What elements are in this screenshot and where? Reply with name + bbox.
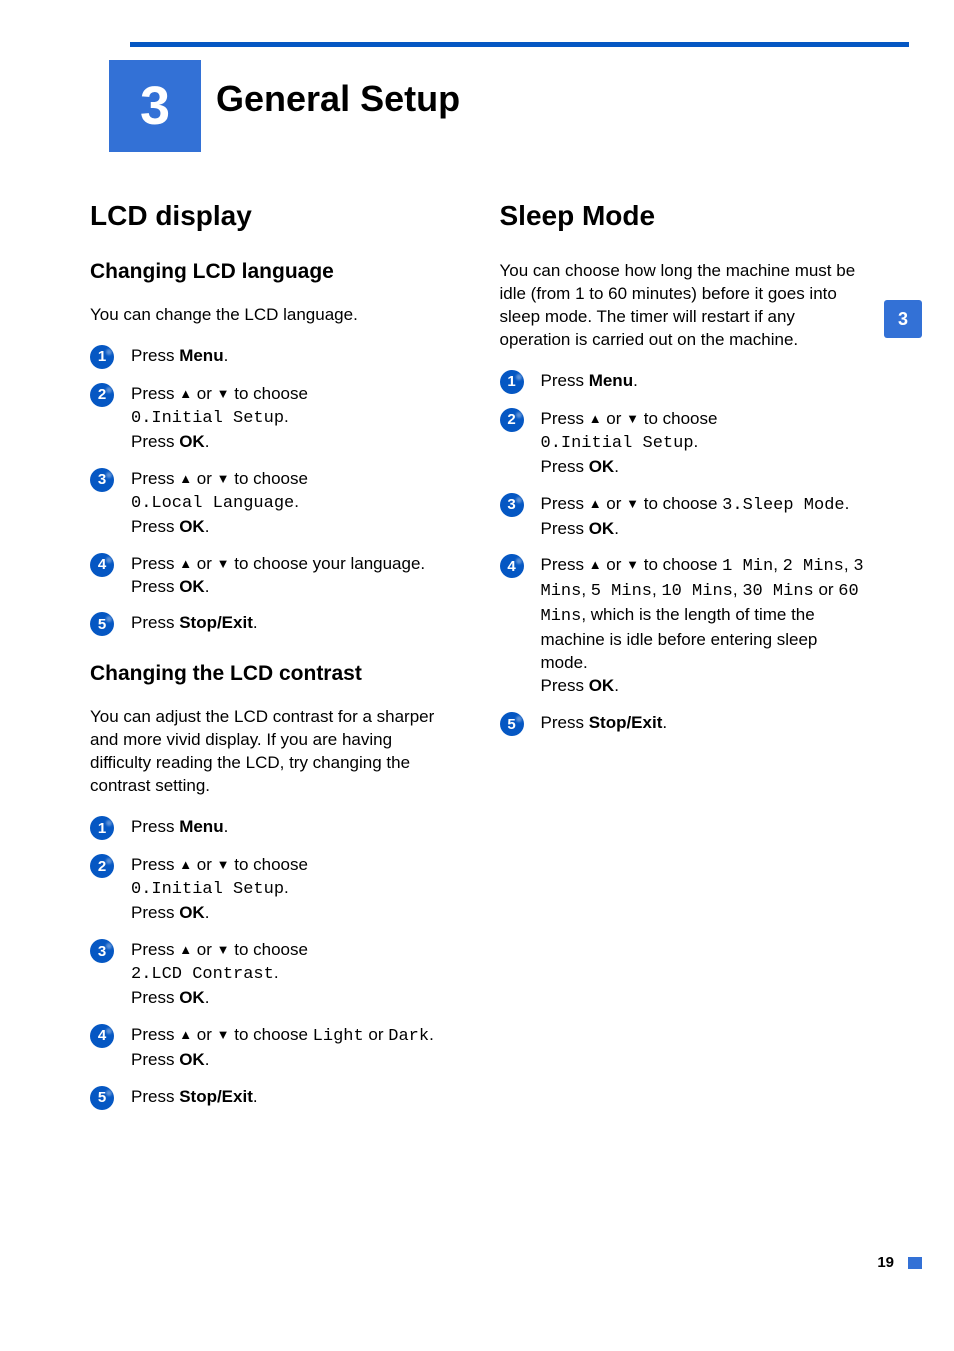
- list-item: 5 Press Stop/Exit.: [90, 612, 455, 636]
- content-columns: LCD display Changing LCD language You ca…: [90, 200, 864, 1124]
- list-item: 4 Press ▲ or ▼ to choose your language. …: [90, 553, 455, 599]
- step-badge-icon: 2: [500, 408, 524, 432]
- step-text: Press ▲ or ▼ to choose 0.Initial Setup. …: [541, 408, 718, 479]
- chapter-title: General Setup: [216, 78, 460, 120]
- list-item: 5 Press Stop/Exit.: [90, 1086, 455, 1110]
- list-item: 2 Press ▲ or ▼ to choose 0.Initial Setup…: [90, 383, 455, 454]
- step-text: Press ▲ or ▼ to choose 0.Initial Setup. …: [131, 854, 308, 925]
- step-text: Press ▲ or ▼ to choose Light or Dark. Pr…: [131, 1024, 434, 1072]
- list-item: 2 Press ▲ or ▼ to choose 0.Initial Setup…: [500, 408, 865, 479]
- list-item: 4 Press ▲ or ▼ to choose 1 Min, 2 Mins, …: [500, 554, 865, 698]
- steps-changing-language: 1 Press Menu. 2 Press ▲ or ▼ to choose 0…: [90, 345, 455, 637]
- step-badge-icon: 1: [90, 345, 114, 369]
- chapter-number: 3: [140, 75, 170, 137]
- steps-changing-contrast: 1 Press Menu. 2 Press ▲ or ▼ to choose 0…: [90, 816, 455, 1110]
- step-text: Press Stop/Exit.: [541, 712, 668, 735]
- step-badge-icon: 5: [500, 712, 524, 736]
- list-item: 1 Press Menu.: [500, 370, 865, 394]
- step-badge-icon: 5: [90, 1086, 114, 1110]
- step-badge-icon: 1: [500, 370, 524, 394]
- step-badge-icon: 3: [500, 493, 524, 517]
- step-text: Press Menu.: [541, 370, 638, 393]
- intro-changing-language: You can change the LCD language.: [90, 304, 455, 327]
- list-item: 1 Press Menu.: [90, 345, 455, 369]
- list-item: 4 Press ▲ or ▼ to choose Light or Dark. …: [90, 1024, 455, 1072]
- step-badge-icon: 4: [90, 1024, 114, 1048]
- list-item: 3 Press ▲ or ▼ to choose 2.LCD Contrast.…: [90, 939, 455, 1010]
- step-badge-icon: 1: [90, 816, 114, 840]
- step-text: Press ▲ or ▼ to choose 3.Sleep Mode. Pre…: [541, 493, 850, 541]
- step-badge-icon: 3: [90, 939, 114, 963]
- step-text: Press ▲ or ▼ to choose 1 Min, 2 Mins, 3 …: [541, 554, 865, 698]
- side-tab: 3: [884, 300, 922, 338]
- step-badge-icon: 3: [90, 468, 114, 492]
- right-column: Sleep Mode You can choose how long the m…: [500, 200, 865, 1124]
- step-badge-icon: 4: [90, 553, 114, 577]
- section-heading-lcd: LCD display: [90, 200, 455, 232]
- chapter-number-box: 3: [109, 60, 201, 152]
- steps-sleep: 1 Press Menu. 2 Press ▲ or ▼ to choose 0…: [500, 370, 865, 736]
- list-item: 2 Press ▲ or ▼ to choose 0.Initial Setup…: [90, 854, 455, 925]
- step-text: Press Menu.: [131, 345, 228, 368]
- page-corner-icon: [908, 1257, 922, 1269]
- left-column: LCD display Changing LCD language You ca…: [90, 200, 455, 1124]
- section-heading-sleep: Sleep Mode: [500, 200, 865, 232]
- step-badge-icon: 2: [90, 854, 114, 878]
- step-badge-icon: 4: [500, 554, 524, 578]
- step-badge-icon: 2: [90, 383, 114, 407]
- intro-sleep: You can choose how long the machine must…: [500, 260, 865, 352]
- list-item: 3 Press ▲ or ▼ to choose 3.Sleep Mode. P…: [500, 493, 865, 541]
- intro-changing-contrast: You can adjust the LCD contrast for a sh…: [90, 706, 455, 798]
- header-rule: [130, 42, 909, 47]
- step-text: Press Stop/Exit.: [131, 1086, 258, 1109]
- step-text: Press Menu.: [131, 816, 228, 839]
- step-badge-icon: 5: [90, 612, 114, 636]
- step-text: Press ▲ or ▼ to choose 0.Initial Setup. …: [131, 383, 308, 454]
- page-number: 19: [877, 1254, 894, 1271]
- subsection-changing-contrast: Changing the LCD contrast: [90, 662, 455, 686]
- step-text: Press ▲ or ▼ to choose 0.Local Language.…: [131, 468, 308, 539]
- step-text: Press ▲ or ▼ to choose your language. Pr…: [131, 553, 425, 599]
- list-item: 3 Press ▲ or ▼ to choose 0.Local Languag…: [90, 468, 455, 539]
- subsection-changing-language: Changing LCD language: [90, 260, 455, 284]
- step-text: Press ▲ or ▼ to choose 2.LCD Contrast. P…: [131, 939, 308, 1010]
- list-item: 1 Press Menu.: [90, 816, 455, 840]
- step-text: Press Stop/Exit.: [131, 612, 258, 635]
- list-item: 5 Press Stop/Exit.: [500, 712, 865, 736]
